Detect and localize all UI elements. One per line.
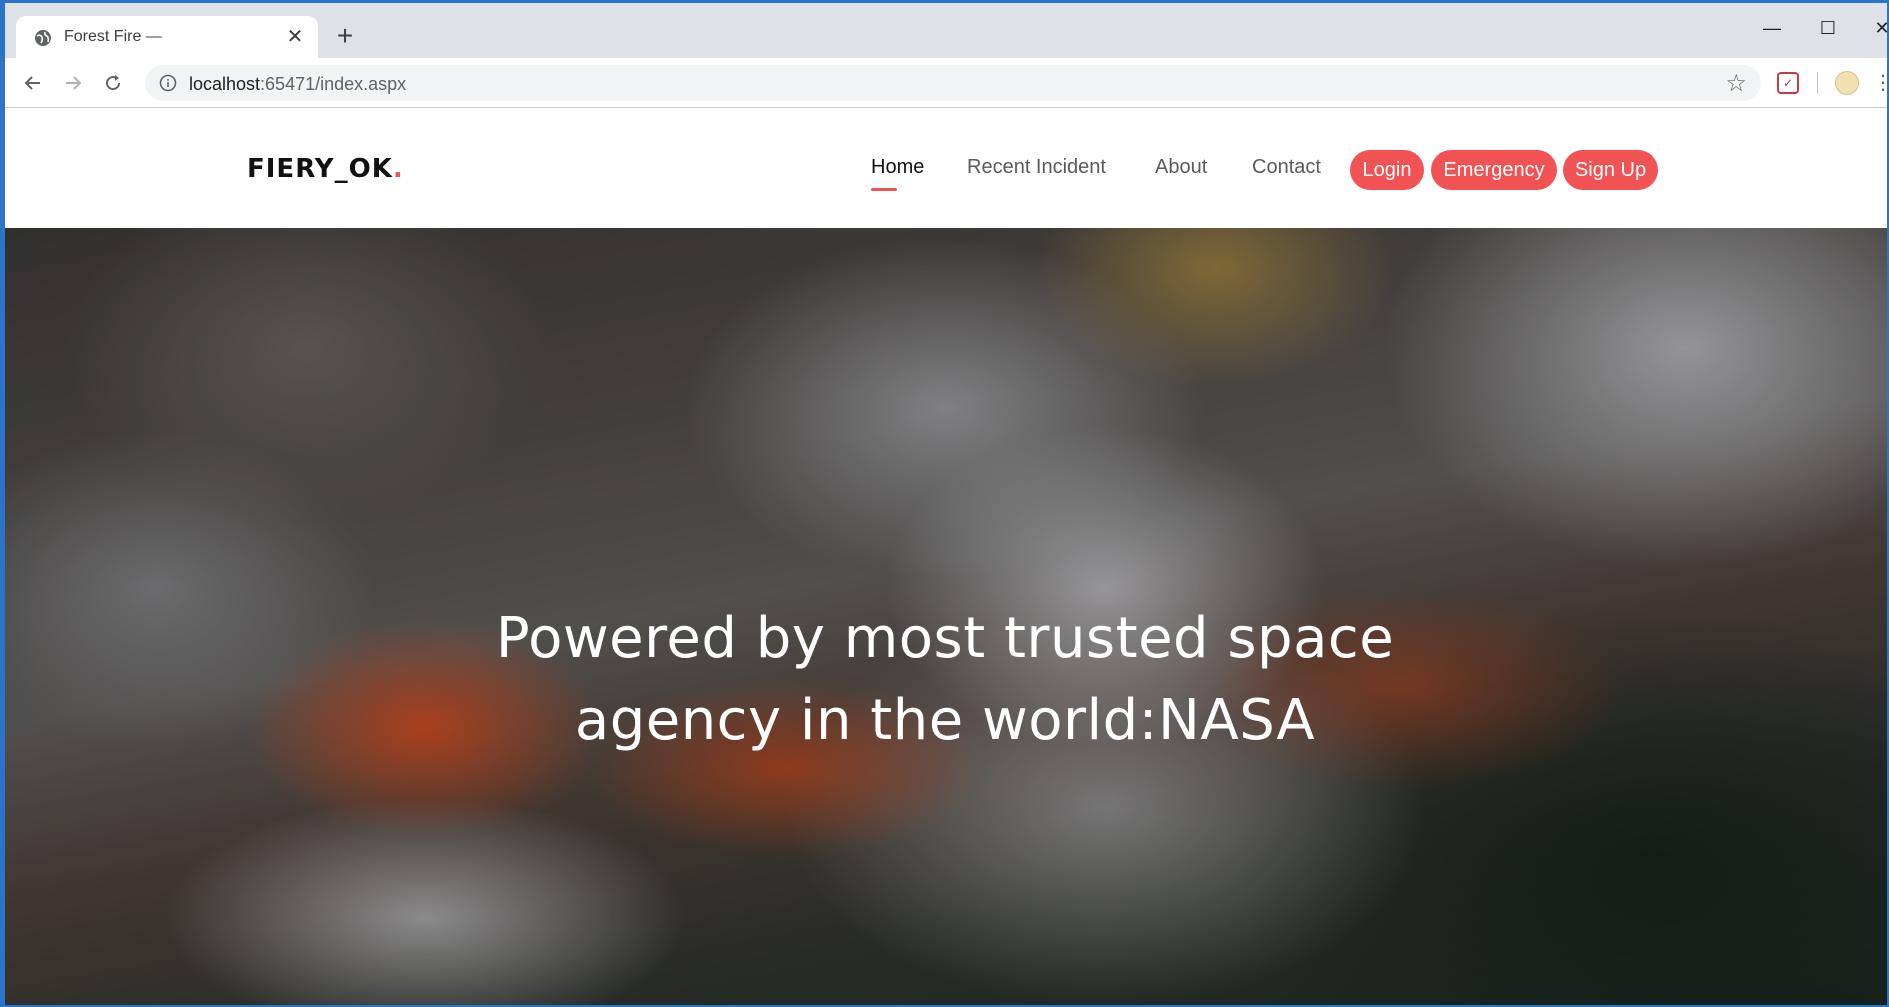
back-arrow-icon[interactable] [17, 67, 49, 99]
signup-button[interactable]: Sign Up [1563, 150, 1658, 190]
profile-avatar[interactable] [1835, 71, 1859, 95]
url-host: localhost [189, 74, 261, 94]
emergency-button[interactable]: Emergency [1431, 150, 1557, 190]
site-logo[interactable]: FIERY_OK. [247, 154, 404, 184]
login-button[interactable]: Login [1350, 150, 1424, 190]
tab-strip: Forest Fire — ✕ + — ☐ ✕ [5, 3, 1887, 59]
nav-contact[interactable]: Contact [1252, 156, 1321, 179]
minimize-icon[interactable]: — [1747, 13, 1797, 43]
nav-about[interactable]: About [1155, 156, 1207, 179]
web-page: FIERY_OK. Home Recent Incident About Con… [5, 108, 1887, 1005]
toolbar-divider [1817, 72, 1818, 94]
globe-icon [35, 30, 51, 46]
logo-text: FIERY_OK [247, 154, 393, 184]
hero-line-2: agency in the world:NASA [574, 688, 1316, 753]
site-header: FIERY_OK. Home Recent Incident About Con… [5, 108, 1887, 228]
star-icon[interactable]: ☆ [1725, 69, 1747, 98]
new-tab-button[interactable]: + [330, 21, 360, 51]
hero-banner: Powered by most trusted space agency in … [5, 228, 1887, 1005]
address-bar[interactable]: localhost:65471/index.aspx ☆ [145, 65, 1761, 101]
nav-home-label: Home [871, 156, 925, 178]
close-tab-icon[interactable]: ✕ [282, 24, 308, 50]
reload-icon[interactable] [97, 67, 129, 99]
url-text[interactable]: localhost:65471/index.aspx [189, 74, 406, 95]
pocket-icon[interactable]: ✓ [1777, 72, 1799, 94]
hero-line-1: Powered by most trusted space [495, 606, 1395, 671]
active-nav-indicator [871, 188, 897, 191]
menu-dots-icon[interactable]: ⋮ [1873, 70, 1887, 96]
url-path: :65471/index.aspx [260, 74, 407, 94]
logo-dot: . [392, 154, 404, 184]
forward-arrow-icon[interactable] [57, 67, 89, 99]
browser-toolbar: localhost:65471/index.aspx ☆ ✓ ⋮ [5, 58, 1887, 108]
browser-tab[interactable]: Forest Fire — ✕ [16, 16, 318, 59]
tab-title: Forest Fire — [64, 28, 162, 45]
info-icon[interactable] [159, 74, 177, 92]
nav-home[interactable]: Home [871, 156, 925, 191]
hero-heading: Powered by most trusted space agency in … [445, 598, 1445, 762]
nav-recent-incident[interactable]: Recent Incident [967, 156, 1106, 179]
close-window-icon[interactable]: ✕ [1857, 13, 1887, 43]
browser-window: Forest Fire — ✕ + — ☐ ✕ localhost:65471/… [0, 0, 1889, 1007]
maximize-icon[interactable]: ☐ [1803, 13, 1853, 43]
